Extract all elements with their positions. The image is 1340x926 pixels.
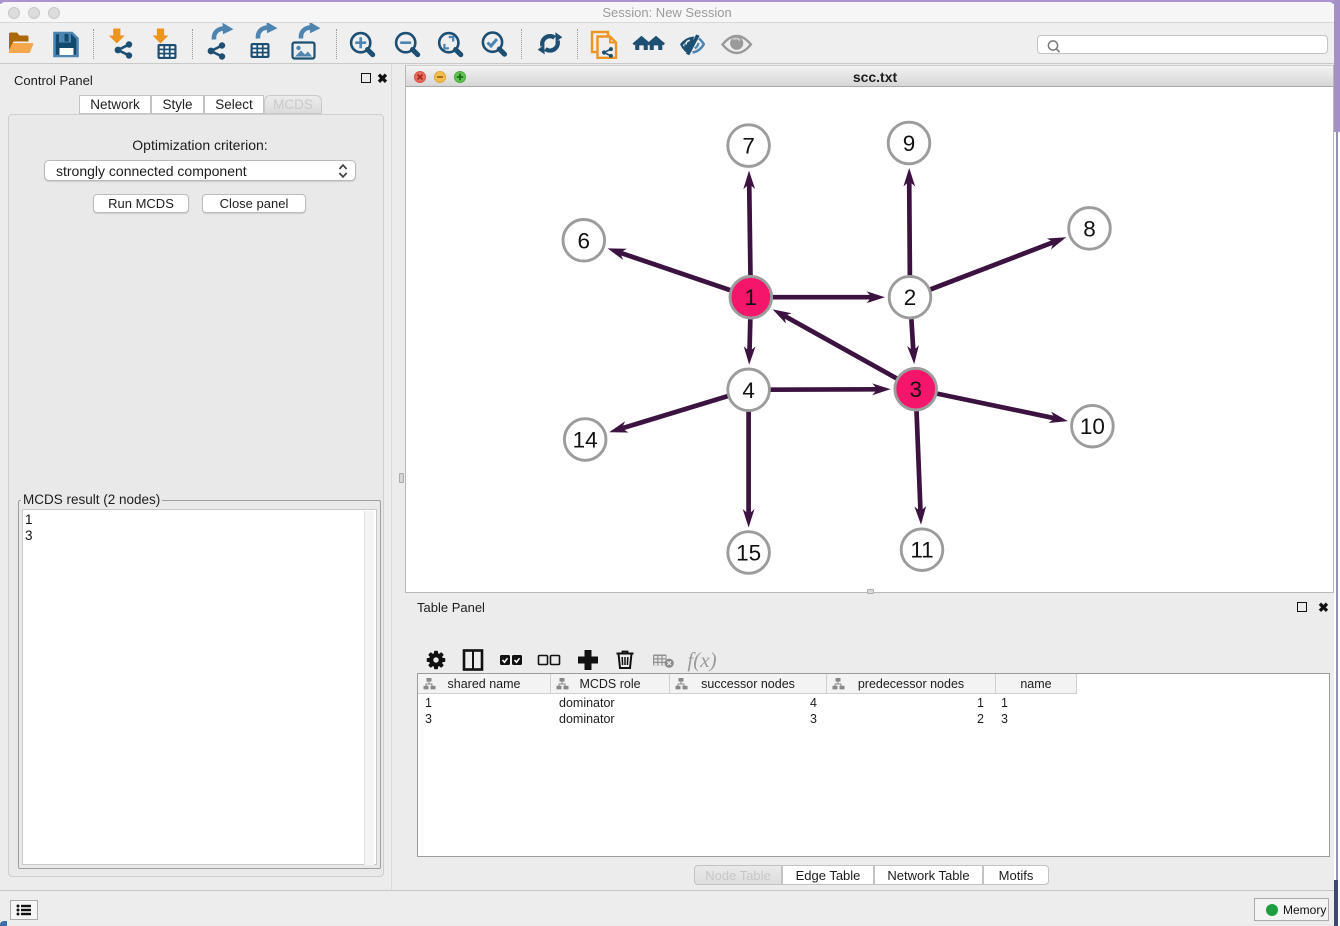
svg-text:15: 15 bbox=[736, 541, 761, 566]
svg-text:11: 11 bbox=[910, 538, 933, 563]
svg-text:1: 1 bbox=[745, 285, 758, 310]
svg-text:2: 2 bbox=[904, 285, 917, 310]
svg-text:4: 4 bbox=[742, 378, 755, 403]
svg-text:10: 10 bbox=[1080, 414, 1105, 439]
svg-text:8: 8 bbox=[1083, 216, 1096, 241]
svg-text:9: 9 bbox=[903, 131, 916, 156]
svg-text:7: 7 bbox=[742, 134, 755, 159]
svg-text:f(x): f(x) bbox=[687, 648, 716, 672]
svg-text:6: 6 bbox=[578, 228, 591, 253]
svg-text:3: 3 bbox=[909, 377, 922, 402]
svg-text:14: 14 bbox=[573, 428, 598, 453]
